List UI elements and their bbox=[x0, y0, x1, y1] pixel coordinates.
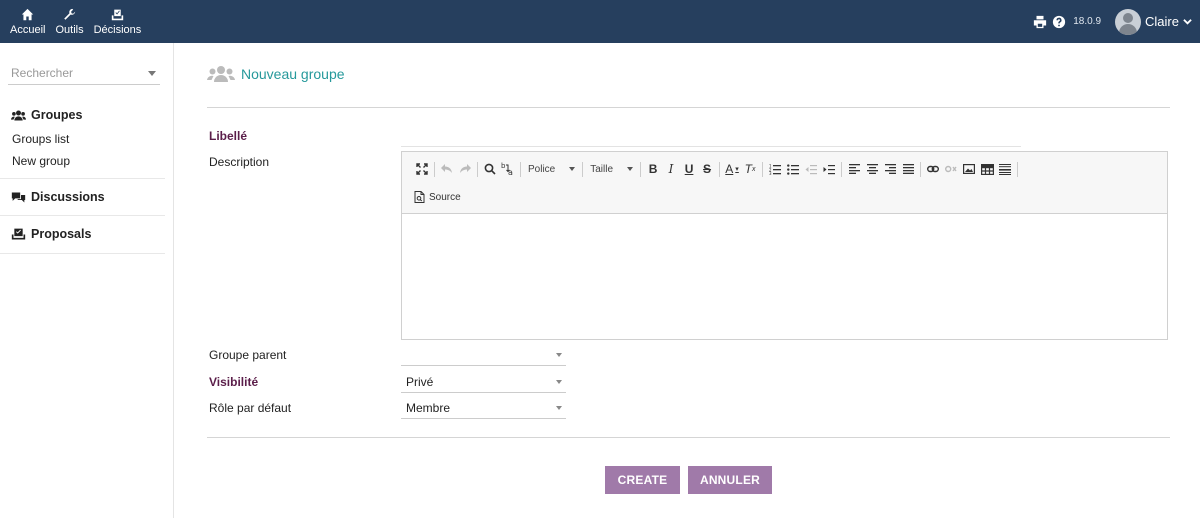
align-right-icon[interactable] bbox=[881, 160, 899, 178]
image-icon[interactable] bbox=[960, 160, 978, 178]
replace-icon[interactable]: ba bbox=[499, 160, 517, 178]
nav-accueil-label: Accueil bbox=[10, 23, 46, 36]
page-header: Nouveau groupe bbox=[207, 65, 345, 83]
undo-icon[interactable] bbox=[438, 160, 456, 178]
top-nav: Accueil Outils Décisions bbox=[0, 0, 146, 43]
chevron-down-icon bbox=[569, 167, 576, 171]
numbered-list-icon[interactable]: 123 bbox=[766, 160, 784, 178]
sidebar-proposals-header[interactable]: Proposals bbox=[0, 224, 165, 244]
redo-icon[interactable] bbox=[456, 160, 474, 178]
help-button[interactable] bbox=[1052, 15, 1066, 29]
svg-text:b: b bbox=[501, 162, 506, 170]
create-button[interactable]: CREATE bbox=[605, 466, 680, 494]
strikethrough-icon[interactable]: S bbox=[698, 160, 716, 178]
search-icon[interactable] bbox=[481, 160, 499, 178]
sidebar-item-new-group[interactable]: New group bbox=[0, 150, 165, 172]
description-label: Description bbox=[209, 155, 270, 169]
top-right-tools: 18.0.9 Claire bbox=[1033, 0, 1192, 43]
description-editor[interactable]: ba Police Taille B I U S A ▾ Tx 123 Sour… bbox=[401, 151, 1168, 340]
sidebar-groups-header: Groupes bbox=[0, 105, 165, 125]
justify-icon[interactable] bbox=[899, 160, 917, 178]
source-icon bbox=[414, 191, 425, 203]
sidebar-section-groups: Groupes Groups list New group bbox=[0, 105, 165, 179]
divider bbox=[207, 107, 1170, 108]
divider bbox=[207, 437, 1170, 438]
ballot-box-icon bbox=[11, 228, 26, 239]
editor-content[interactable] bbox=[402, 214, 1167, 339]
cancel-button[interactable]: ANNULER bbox=[688, 466, 772, 494]
parent-group-select[interactable] bbox=[401, 344, 566, 366]
remove-format-icon[interactable]: Tx bbox=[741, 160, 759, 178]
text-color-icon[interactable]: A ▾ bbox=[723, 160, 741, 178]
help-icon bbox=[1053, 15, 1066, 28]
svg-text:3: 3 bbox=[769, 171, 772, 175]
bold-icon[interactable]: B bbox=[644, 160, 662, 178]
wrench-icon bbox=[64, 8, 76, 20]
ballot-box-icon bbox=[111, 9, 124, 20]
outdent-icon[interactable] bbox=[802, 160, 820, 178]
sidebar-section-proposals[interactable]: Proposals bbox=[0, 216, 165, 254]
top-bar: Accueil Outils Décisions 18.0.9 Claire bbox=[0, 0, 1200, 43]
nav-outils[interactable]: Outils bbox=[50, 0, 88, 43]
avatar[interactable] bbox=[1115, 8, 1142, 35]
nav-outils-label: Outils bbox=[55, 23, 84, 36]
default-role-label: Rôle par défaut bbox=[209, 401, 292, 415]
home-icon bbox=[22, 8, 34, 20]
libelle-input[interactable] bbox=[401, 146, 1021, 147]
print-icon bbox=[1034, 15, 1047, 28]
print-button[interactable] bbox=[1033, 15, 1047, 29]
default-role-select[interactable]: Membre bbox=[401, 397, 566, 419]
underline-icon[interactable]: U bbox=[680, 160, 698, 178]
page-title: Nouveau groupe bbox=[241, 66, 345, 82]
users-icon bbox=[11, 110, 26, 120]
chevron-down-icon[interactable] bbox=[148, 71, 156, 76]
user-name[interactable]: Claire bbox=[1145, 14, 1179, 29]
sidebar-item-groups-list[interactable]: Groups list bbox=[0, 128, 165, 150]
nav-accueil[interactable]: Accueil bbox=[0, 0, 50, 43]
libelle-label: Libellé bbox=[209, 129, 248, 143]
nav-decisions-label: Décisions bbox=[93, 23, 142, 36]
bullet-list-icon[interactable] bbox=[784, 160, 802, 178]
search-box[interactable] bbox=[8, 61, 160, 85]
italic-icon[interactable]: I bbox=[662, 160, 680, 178]
visibility-label: Visibilité bbox=[209, 375, 259, 389]
search-input[interactable] bbox=[8, 65, 143, 80]
unlink-icon[interactable] bbox=[942, 160, 960, 178]
nav-decisions[interactable]: Décisions bbox=[89, 0, 147, 43]
chevron-down-icon[interactable] bbox=[1183, 15, 1192, 29]
sidebar: Groupes Groups list New group Discussion… bbox=[0, 43, 174, 518]
align-left-icon[interactable] bbox=[845, 160, 863, 178]
maximize-icon[interactable] bbox=[413, 160, 431, 178]
parent-group-label: Groupe parent bbox=[209, 348, 287, 362]
svg-text:a: a bbox=[508, 168, 513, 176]
sidebar-discussions-header[interactable]: Discussions bbox=[0, 187, 165, 207]
size-select[interactable]: Taille bbox=[586, 160, 637, 178]
font-select[interactable]: Police bbox=[524, 160, 579, 178]
chevron-down-icon bbox=[556, 353, 562, 357]
chevron-down-icon bbox=[556, 406, 562, 410]
users-icon bbox=[207, 66, 235, 82]
visibility-select[interactable]: Privé bbox=[401, 371, 566, 393]
indent-icon[interactable] bbox=[820, 160, 838, 178]
chevron-down-icon bbox=[627, 167, 634, 171]
sidebar-section-discussions[interactable]: Discussions bbox=[0, 179, 165, 216]
version-label: 18.0.9 bbox=[1073, 16, 1102, 27]
horizontal-rule-icon[interactable] bbox=[996, 160, 1014, 178]
editor-toolbar: ba Police Taille B I U S A ▾ Tx 123 Sour… bbox=[402, 152, 1167, 214]
chevron-down-icon bbox=[556, 380, 562, 384]
align-center-icon[interactable] bbox=[863, 160, 881, 178]
link-icon[interactable] bbox=[924, 160, 942, 178]
comments-icon bbox=[11, 192, 26, 202]
source-button[interactable]: Source bbox=[414, 188, 461, 206]
table-icon[interactable] bbox=[978, 160, 996, 178]
